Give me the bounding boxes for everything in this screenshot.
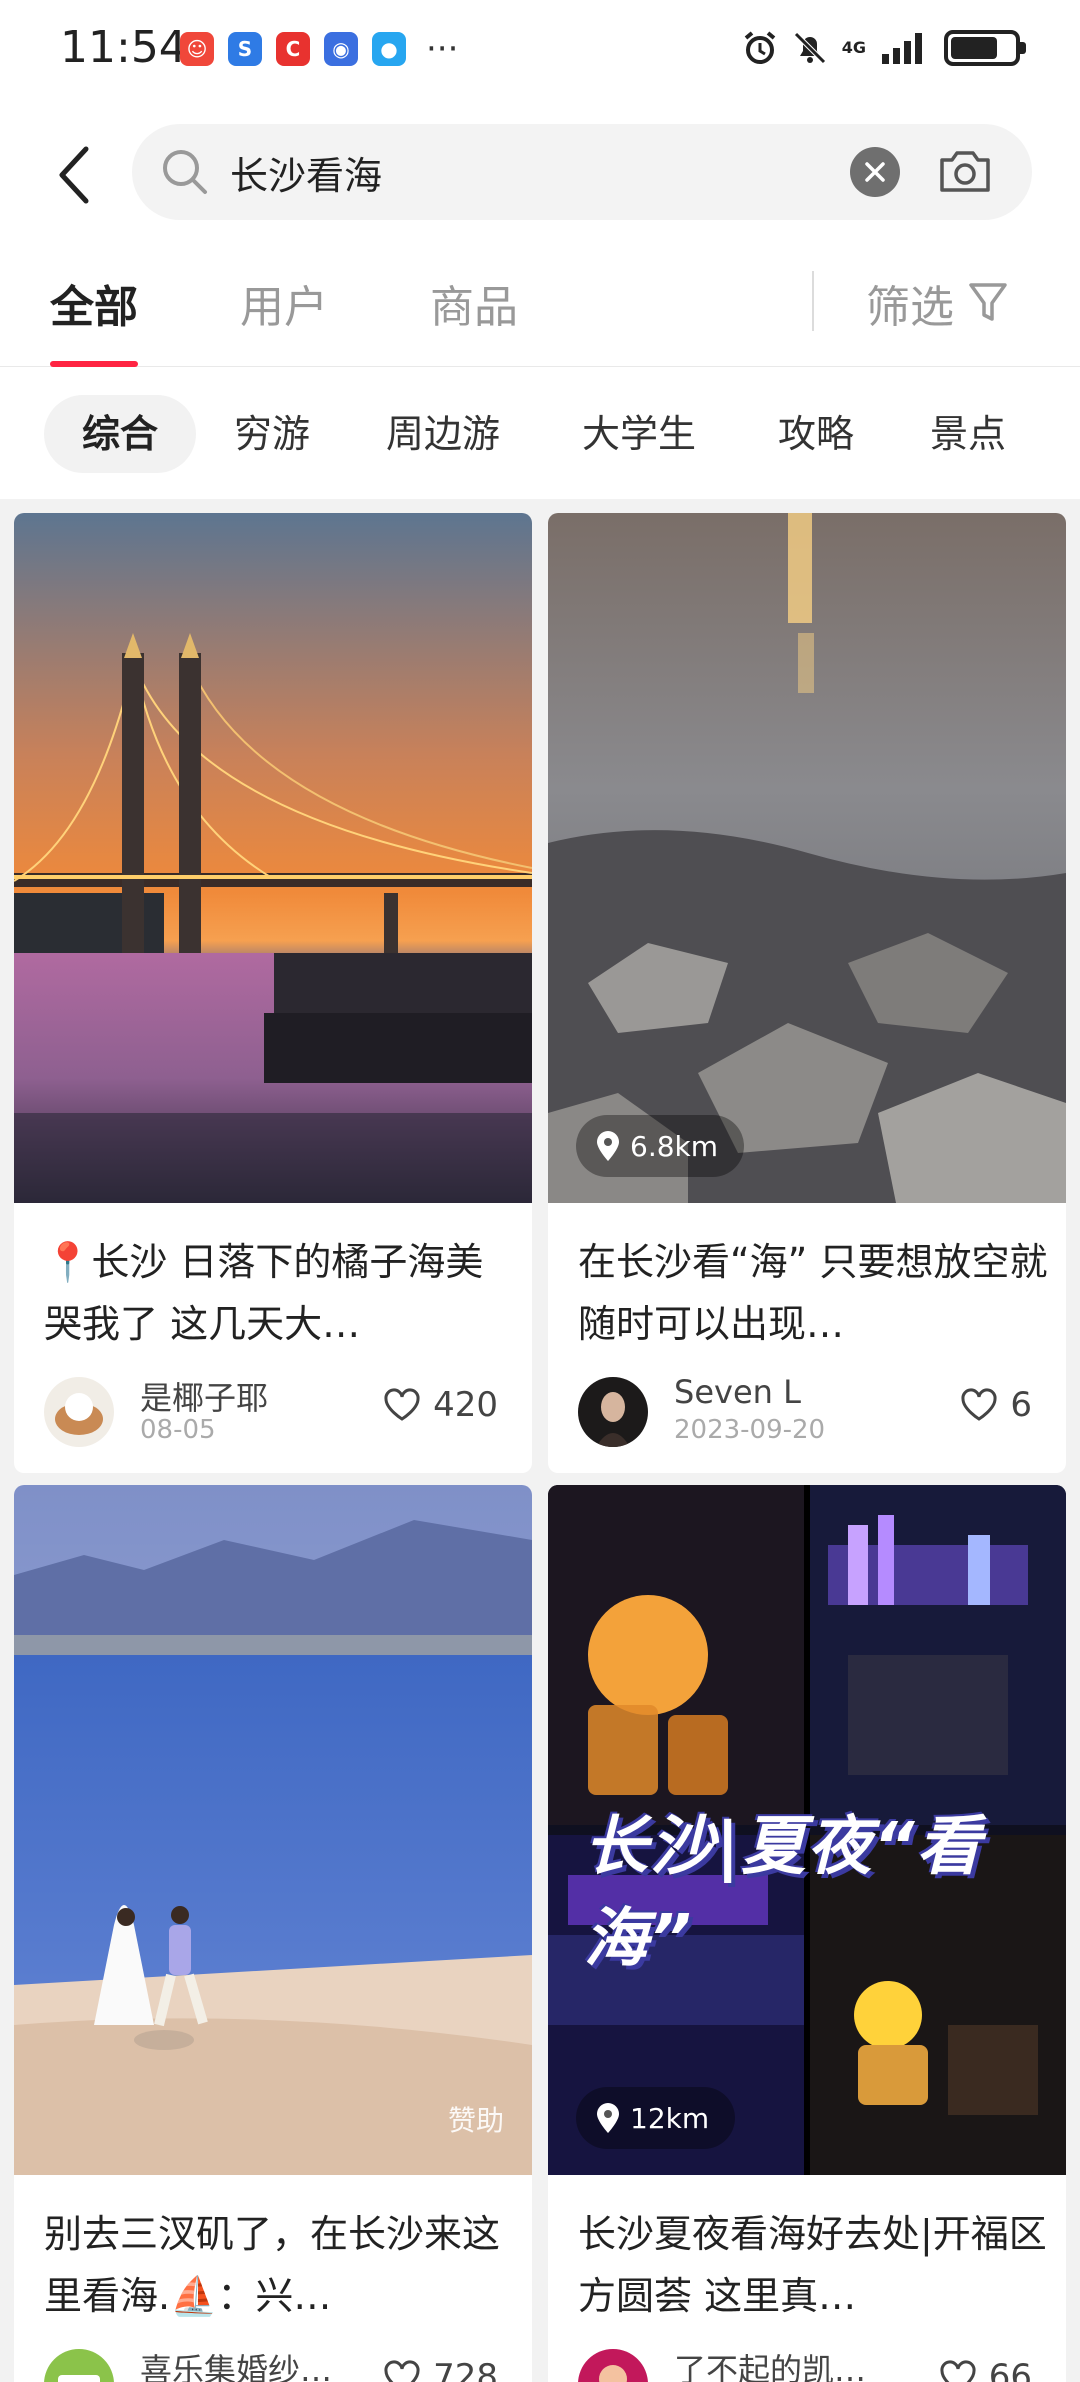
location-pin-icon (597, 2103, 619, 2133)
author-name[interactable]: 喜乐集婚纱… (140, 2345, 332, 2382)
back-arrow-icon (59, 146, 89, 204)
note-card[interactable]: 6.8km 在长沙看“海” 只要想放空就随时可以出现… Seven L 2023… (548, 513, 1066, 1473)
heart-icon (384, 1388, 420, 1421)
post-date: 08-05 (140, 1415, 216, 1445)
rocks-water-photo: 6.8km (548, 513, 1066, 1203)
night-collage-photo: 长沙|夏夜“看海” 12km (548, 1485, 1066, 2175)
notification-app-icon: C (276, 32, 310, 66)
like-button[interactable]: 6 (960, 1385, 1032, 1425)
clear-search-button[interactable] (850, 147, 900, 197)
status-bar: 11:54 ☺ S C ◉ ● ··· 4G (0, 0, 1080, 110)
results-feed: 📍长沙 日落下的橘子海美哭我了 这几天大… 是椰子耶 08-05 420 6.8… (0, 499, 1080, 2382)
author-name[interactable]: 是椰子耶 (140, 1373, 268, 1419)
signal-icon (882, 33, 922, 64)
author-avatar[interactable] (44, 1377, 114, 1447)
result-tabs: 全部 用户 商品 筛选 (0, 245, 1080, 367)
chip-scenic-spots[interactable]: 景点 (892, 395, 1044, 473)
beach-wedding-photo: 赞助 (14, 1485, 532, 2175)
author-avatar[interactable] (578, 2349, 648, 2382)
chip-guides[interactable]: 攻略 (740, 395, 892, 473)
chip-nearby-travel[interactable]: 周边游 (348, 395, 538, 473)
heart-icon (384, 2360, 420, 2382)
notification-app-icon: ● (372, 32, 406, 66)
post-date: 2023-09-20 (674, 1415, 826, 1445)
status-time: 11:54 (60, 22, 187, 73)
chip-college-students[interactable]: 大学生 (544, 395, 734, 473)
tab-all[interactable]: 全部 (50, 271, 138, 335)
distance-value: 6.8km (630, 1129, 719, 1163)
tab-users[interactable]: 用户 (240, 271, 328, 335)
like-count: 66 (988, 2357, 1032, 2382)
heart-icon (961, 1388, 997, 1421)
note-title: 别去三汊矶了，在长沙来这里看海.⛵：兴… (44, 2212, 501, 2318)
close-icon (865, 162, 885, 182)
author-avatar[interactable] (44, 2349, 114, 2382)
sponsored-label: 赞助 (447, 2104, 504, 2137)
like-count: 420 (433, 1385, 498, 1425)
like-count: 6 (1010, 1385, 1032, 1425)
camera-icon[interactable] (938, 146, 992, 196)
chip-budget-travel[interactable]: 穷游 (196, 395, 348, 473)
note-card[interactable]: 📍长沙 日落下的橘子海美哭我了 这几天大… 是椰子耶 08-05 420 (14, 513, 532, 1473)
note-card[interactable]: 长沙|夏夜“看海” 12km 长沙夏夜看海好去处|开福区方圆荟 这里真… 了不起… (548, 1485, 1066, 2382)
search-bar-row: 长沙看海 (0, 110, 1080, 245)
category-chips: 综合 穷游 周边游 大学生 攻略 景点 (0, 367, 1080, 499)
author-name[interactable]: 了不起的凯… (674, 2345, 866, 2382)
network-type: 4G (841, 38, 866, 57)
notification-app-icon: S (228, 32, 262, 66)
distance-badge: 12km (576, 2087, 736, 2149)
distance-value: 12km (630, 2101, 710, 2135)
note-title: 长沙夏夜看海好去处|开福区方圆荟 这里真… (578, 2212, 1047, 2318)
search-input[interactable]: 长沙看海 (132, 124, 1032, 220)
notification-app-icon: ◉ (324, 32, 358, 66)
author-avatar[interactable] (578, 1377, 648, 1447)
filter-label: 筛选 (866, 282, 954, 333)
filter-funnel-icon (969, 283, 1007, 321)
like-button[interactable]: 66 (939, 2357, 1032, 2382)
search-query: 长沙看海 (230, 154, 383, 198)
heart-icon (940, 2360, 976, 2382)
chip-comprehensive[interactable]: 综合 (44, 395, 197, 473)
distance-badge: 6.8km (576, 1115, 745, 1177)
location-pin-icon (597, 1131, 619, 1161)
alarm-icon (744, 31, 776, 64)
more-notifications-icon: ··· (426, 29, 459, 69)
author-name[interactable]: Seven L (674, 1373, 801, 1411)
search-icon (163, 150, 207, 194)
battery-icon (944, 30, 1026, 66)
note-card[interactable]: 赞助 别去三汊矶了，在长沙来这里看海.⛵：兴… 喜乐集婚纱… 728 (14, 1485, 532, 2382)
note-title: 📍长沙 日落下的橘子海美哭我了 这几天大… (44, 1240, 484, 1346)
notification-icons: ☺ S C ◉ ● ··· (180, 32, 458, 66)
like-count: 728 (433, 2357, 498, 2382)
bridge-sunset-photo (14, 513, 532, 1203)
cover-overlay-text: 长沙|夏夜“看海” (584, 1810, 983, 1976)
tab-products[interactable]: 商品 (430, 271, 518, 335)
back-button[interactable] (52, 140, 96, 210)
notification-app-icon: ☺ (180, 32, 214, 66)
like-button[interactable]: 728 (383, 2357, 498, 2382)
tab-divider (812, 271, 814, 331)
mute-icon (793, 32, 826, 64)
filter-button[interactable]: 筛选 (866, 271, 1008, 335)
note-title: 在长沙看“海” 只要想放空就随时可以出现… (578, 1240, 1048, 1346)
like-button[interactable]: 420 (383, 1385, 498, 1425)
